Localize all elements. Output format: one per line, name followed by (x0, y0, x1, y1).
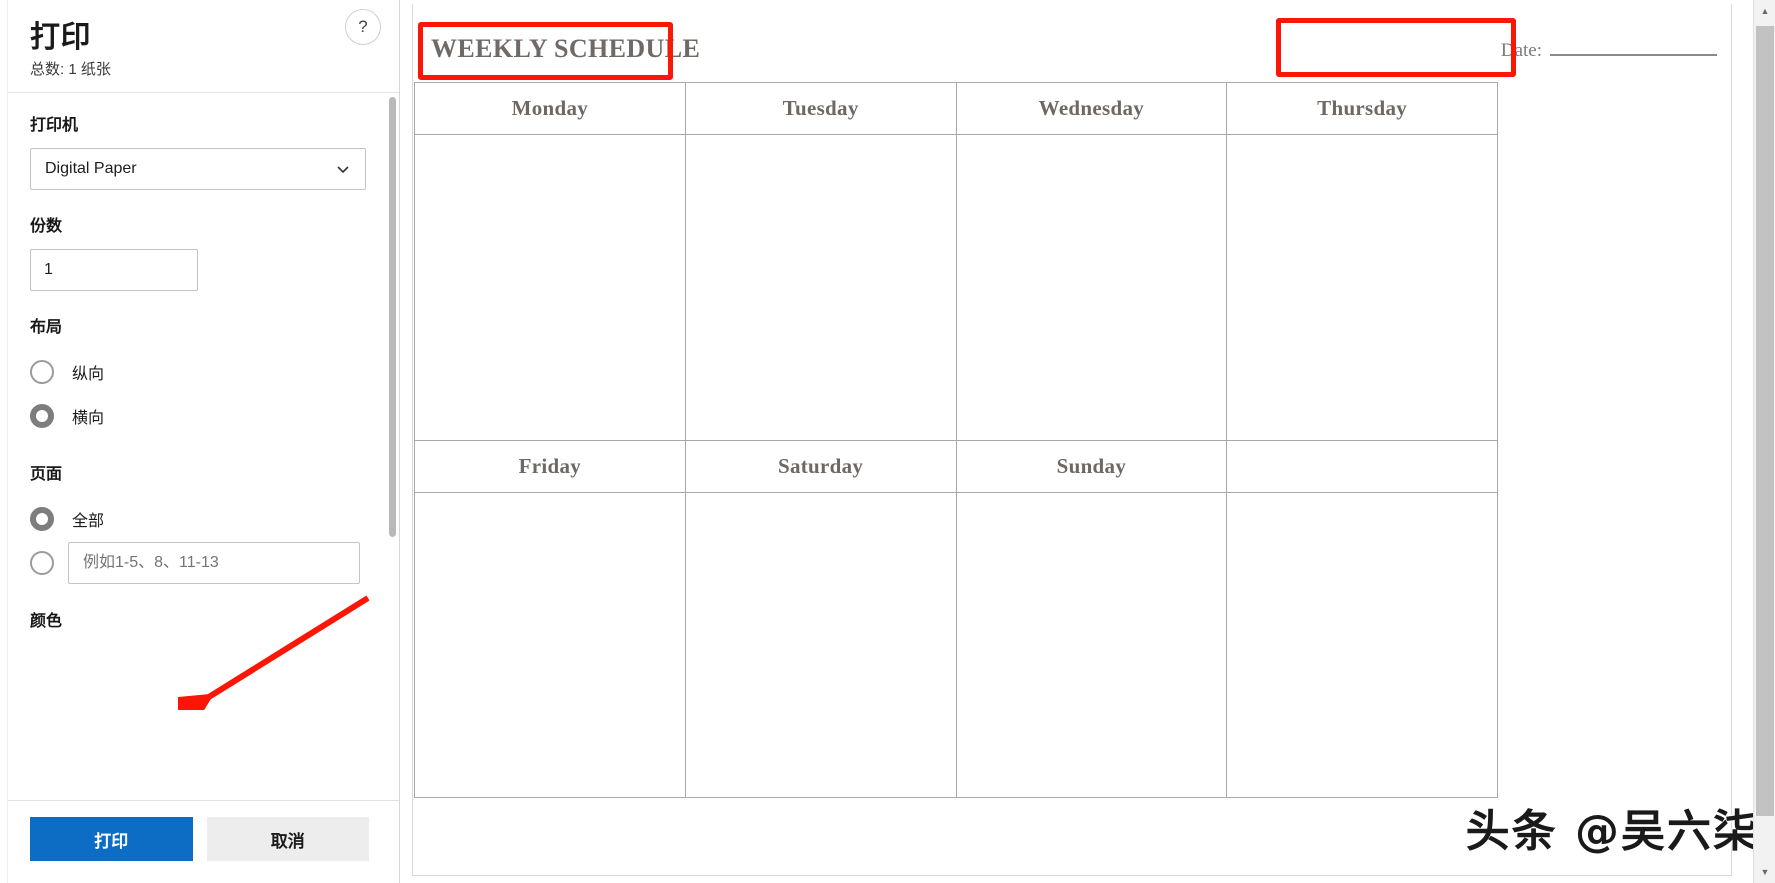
page-range-input[interactable] (68, 542, 360, 584)
printer-group: 打印机 Digital Paper (30, 115, 369, 190)
radio-icon-landscape-selected (30, 404, 54, 428)
layout-option-landscape[interactable]: 横向 (30, 394, 369, 438)
printer-selected-value: Digital Paper (45, 160, 137, 177)
layout-landscape-label: 横向 (72, 410, 105, 427)
day-header-thursday: Thursday (1226, 82, 1498, 135)
preview-scrollbar[interactable]: ▲ ▼ (1753, 0, 1775, 883)
cancel-button[interactable]: 取消 (206, 817, 369, 861)
day-header-empty (1226, 440, 1498, 493)
watermark-text: 头条 @吴六柒 (1465, 806, 1759, 857)
print-panel-header: 打印 总数: 1 纸张 ? (0, 0, 399, 93)
date-underline (1550, 54, 1717, 56)
pages-all-label: 全部 (72, 513, 105, 530)
table-row-body-2 (414, 492, 1498, 798)
printer-select[interactable]: Digital Paper (30, 148, 366, 190)
layout-label: 布局 (30, 319, 63, 336)
page-title: 打印 (30, 21, 91, 54)
help-icon[interactable]: ? (345, 9, 381, 45)
day-header-monday: Monday (414, 82, 686, 135)
color-label: 颜色 (30, 613, 63, 630)
day-header-tuesday: Tuesday (684, 82, 957, 135)
day-cell-friday[interactable] (414, 492, 686, 798)
day-cell-saturday[interactable] (684, 492, 957, 798)
layout-option-portrait[interactable]: 纵向 (30, 350, 369, 394)
day-cell-monday[interactable] (414, 134, 686, 441)
window-left-edge (0, 0, 8, 883)
document-header: WEEKLY SCHEDULE Date: (413, 4, 1731, 82)
day-header-sunday: Sunday (955, 440, 1228, 493)
pages-option-custom[interactable] (30, 541, 369, 585)
preview-scrollbar-thumb[interactable] (1756, 26, 1774, 816)
color-group: 颜色 (30, 611, 369, 633)
day-cell-empty[interactable] (1226, 492, 1498, 798)
print-panel-scrollbar[interactable] (389, 93, 396, 800)
day-cell-tuesday[interactable] (684, 134, 957, 441)
pages-group: 页面 全部 (30, 464, 369, 585)
table-row-body-1 (414, 134, 1498, 441)
document-preview-area: WEEKLY SCHEDULE Date: Monday Tuesday Wed… (400, 0, 1775, 883)
print-settings-panel: 打印 总数: 1 纸张 ? 打印机 Digital Paper 份数 1 布局 … (0, 0, 400, 883)
scroll-up-arrow-icon[interactable]: ▲ (1754, 0, 1775, 22)
copies-label: 份数 (30, 218, 63, 235)
day-header-friday: Friday (414, 440, 686, 493)
print-preview-window: 打印 总数: 1 纸张 ? 打印机 Digital Paper 份数 1 布局 … (0, 0, 1775, 883)
day-header-saturday: Saturday (684, 440, 957, 493)
copies-group: 份数 (30, 216, 369, 291)
layout-group: 布局 纵向 横向 (30, 317, 369, 438)
pages-option-all[interactable]: 全部 (30, 497, 369, 541)
table-row-header-2: Friday Saturday Sunday (414, 440, 1498, 493)
chevron-down-icon (335, 161, 351, 177)
copies-input[interactable] (30, 249, 198, 291)
weekly-schedule-table: Monday Tuesday Wednesday Thursday Friday… (414, 82, 1498, 798)
pages-label: 页面 (30, 466, 63, 483)
day-cell-wednesday[interactable] (955, 134, 1228, 441)
day-cell-thursday[interactable] (1226, 134, 1498, 441)
print-panel-scrollbar-thumb[interactable] (389, 97, 396, 537)
table-row-header-1: Monday Tuesday Wednesday Thursday (414, 82, 1498, 135)
day-header-wednesday: Wednesday (955, 82, 1228, 135)
printer-label: 打印机 (30, 117, 79, 134)
radio-icon-all-selected (30, 507, 54, 531)
print-summary: 总数: 1 纸张 (30, 61, 111, 78)
date-field: Date: (1501, 40, 1717, 62)
radio-icon-custom (30, 551, 54, 575)
radio-icon-portrait (30, 360, 54, 384)
print-panel-footer: 打印 取消 (0, 800, 399, 883)
layout-portrait-label: 纵向 (72, 366, 105, 383)
day-cell-sunday[interactable] (955, 492, 1228, 798)
document-title: WEEKLY SCHEDULE (431, 34, 701, 63)
print-button[interactable]: 打印 (30, 817, 193, 861)
scroll-down-arrow-icon[interactable]: ▼ (1754, 861, 1775, 883)
print-settings-scroll-region: 打印机 Digital Paper 份数 布局 (0, 93, 399, 800)
date-label: Date: (1500, 40, 1542, 61)
preview-page-sheet: WEEKLY SCHEDULE Date: Monday Tuesday Wed… (412, 4, 1732, 876)
